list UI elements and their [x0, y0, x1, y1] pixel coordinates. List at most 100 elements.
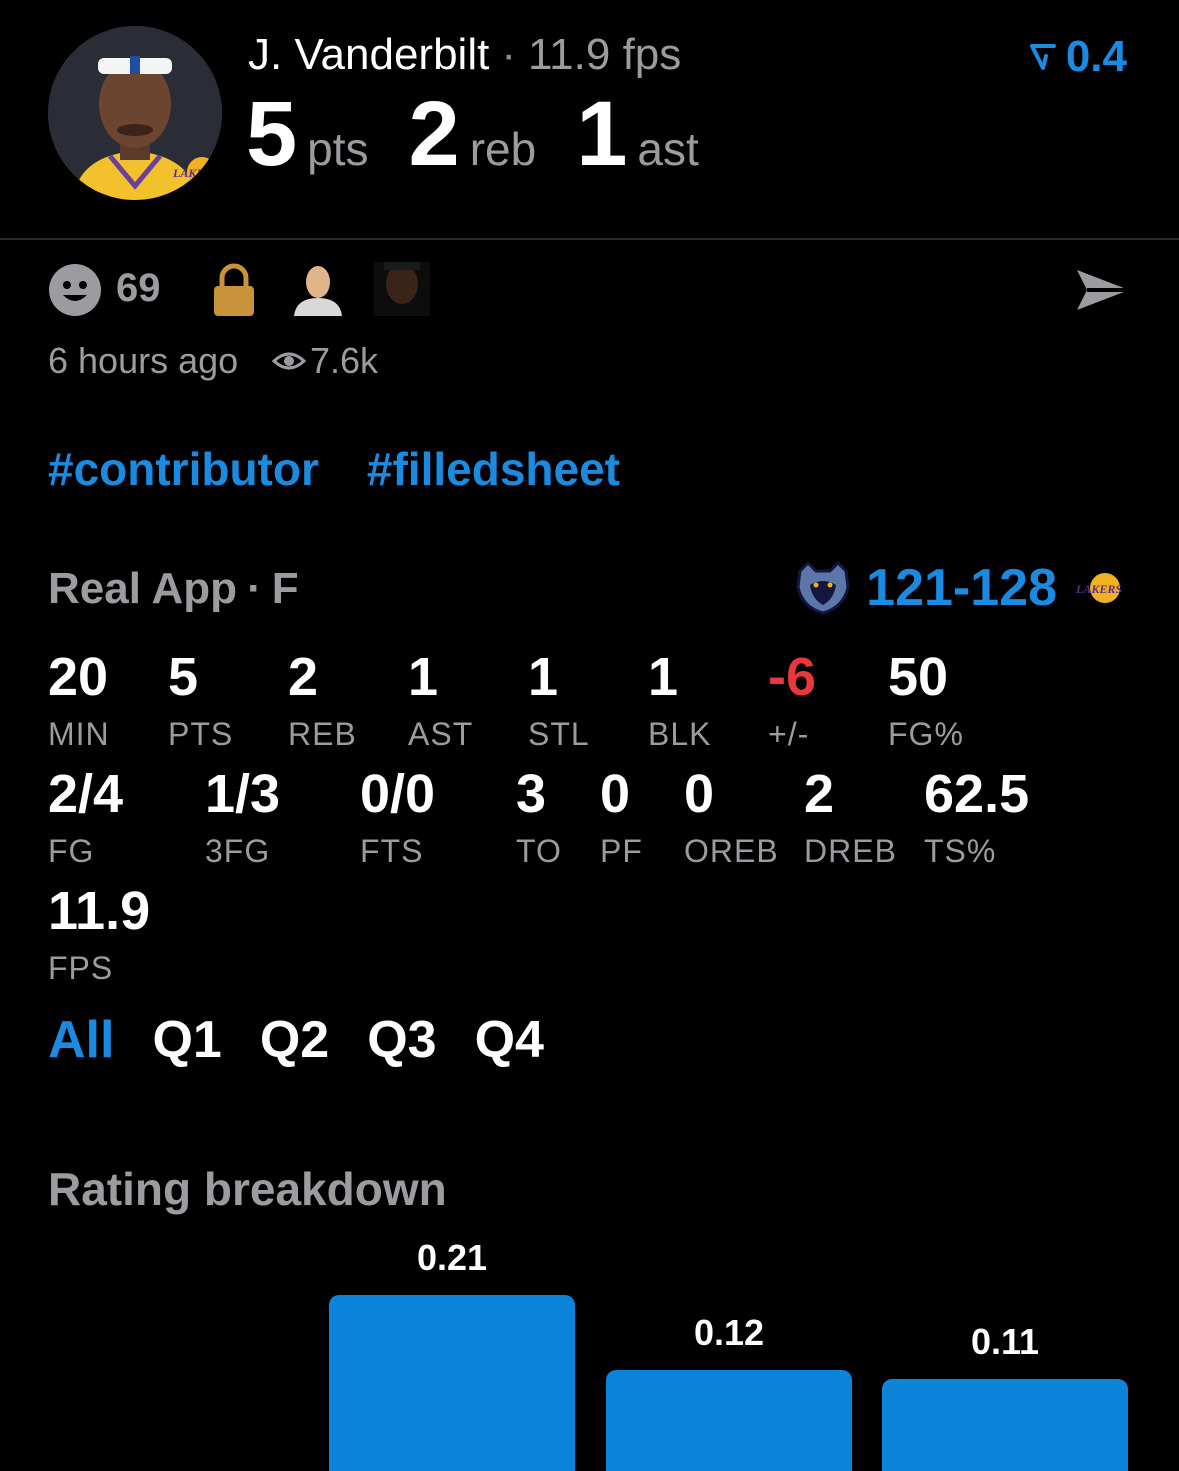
points-value: 5	[246, 83, 298, 185]
trend-value: 0.4	[1065, 32, 1127, 81]
stat-3fg: 1/3 3FG	[205, 767, 280, 870]
reaction-count: 69	[116, 266, 161, 310]
stat-fg: 2/4 FG	[48, 767, 123, 870]
player-name-line: J. Vanderbilt · 11.9 fps	[248, 30, 681, 80]
rating-bar-chart: 0.21 0.12 0.11	[0, 1237, 1179, 1471]
stat-label: STL	[528, 716, 590, 752]
quarter-tabs: All Q1 Q2 Q3 Q4	[48, 1010, 544, 1070]
view-count: 7.6k	[272, 340, 378, 382]
trend-indicator: 0.4	[1028, 32, 1127, 82]
lakers-logo-icon: LAKERS	[1075, 573, 1122, 603]
stat-value: 3	[516, 764, 547, 824]
stat-label: +/-	[768, 716, 810, 752]
tab-q3[interactable]: Q3	[367, 1010, 436, 1070]
stat-value: 5	[168, 647, 199, 707]
stat-label: DREB	[804, 833, 897, 869]
stat-value: 2	[288, 647, 319, 707]
game-status: F	[271, 564, 299, 613]
stat-label: TO	[516, 833, 562, 869]
stat-label: FG%	[888, 716, 964, 752]
share-send-icon[interactable]	[1075, 266, 1131, 314]
stat-value: 11.9	[48, 881, 151, 941]
assists-value: 1	[576, 83, 628, 185]
stat-value: 0	[600, 764, 631, 824]
rebounds-unit: reb	[469, 123, 537, 175]
player-avatar[interactable]: LAKERS	[48, 26, 222, 200]
stat-label: TS%	[924, 833, 997, 869]
stat-fts: 0/0 FTS	[360, 767, 435, 870]
stat-min: 20 MIN	[48, 650, 110, 753]
tab-q2[interactable]: Q2	[260, 1010, 329, 1070]
reaction-smile-icon[interactable]	[48, 263, 102, 317]
source-name: Real App	[48, 564, 238, 613]
fps-value: 11.9 fps	[527, 30, 682, 79]
stat-value: 0/0	[360, 764, 436, 824]
stat-fg-pct: 50 FG%	[888, 650, 964, 753]
stat-stl: 1 STL	[528, 650, 590, 753]
stat-value: 20	[48, 647, 109, 707]
stat-label: BLK	[648, 716, 712, 752]
stat-ts-pct: 62.5 TS%	[924, 767, 1029, 870]
stat-value: 1	[528, 647, 559, 707]
header-divider	[0, 238, 1179, 240]
assists-unit: ast	[637, 123, 699, 175]
stat-label: PF	[600, 833, 643, 869]
stat-value: -6	[768, 647, 817, 707]
stat-label: MIN	[48, 716, 110, 752]
grizzlies-logo-icon	[796, 561, 850, 615]
reactor-avatar-icon-2[interactable]	[374, 262, 430, 316]
stat-pf: 0 PF	[600, 767, 643, 870]
stat-value: 1	[648, 647, 679, 707]
rating-bar-label: 0.21	[416, 1237, 488, 1278]
stat-label: FG	[48, 833, 95, 869]
stat-label: FTS	[360, 833, 424, 869]
stat-value: 1/3	[205, 764, 281, 824]
tag-list: #contributor #filledsheet	[48, 442, 620, 496]
separator-dot: ·	[501, 30, 516, 79]
rating-bar[interactable]	[606, 1370, 852, 1471]
lock-icon[interactable]	[212, 262, 256, 316]
stat-ast: 1 AST	[408, 650, 473, 753]
svg-text:LAKERS: LAKERS	[1075, 582, 1122, 596]
stat-value: 0	[684, 764, 715, 824]
tag-filledsheet[interactable]: #filledsheet	[367, 442, 620, 496]
view-count-value: 7.6k	[310, 340, 379, 381]
stat-dreb: 2 DREB	[804, 767, 897, 870]
eye-icon	[272, 352, 306, 370]
svg-text:LAKERS: LAKERS	[172, 166, 219, 180]
score-value: 121-128	[866, 559, 1057, 617]
stat-fps: 11.9 FPS	[48, 884, 150, 987]
stat-value: 50	[888, 647, 949, 707]
stat-value: 2/4	[48, 764, 124, 824]
post-time: 6 hours ago	[48, 340, 239, 381]
game-score[interactable]: 121-128 LAKERS	[794, 558, 1129, 618]
stat-plus-minus: -6 +/-	[768, 650, 816, 753]
tab-all[interactable]: All	[48, 1010, 114, 1070]
reactor-avatar-icon[interactable]	[290, 262, 346, 316]
trend-down-icon	[1029, 44, 1056, 70]
points-unit: pts	[307, 123, 369, 175]
rating-bar[interactable]	[882, 1379, 1128, 1471]
rating-bar[interactable]	[329, 1295, 575, 1471]
headline-statline: 5 pts 2 reb 1 ast	[246, 88, 739, 180]
stat-value: 62.5	[924, 764, 1030, 824]
tab-q1[interactable]: Q1	[152, 1010, 221, 1070]
stat-label: REB	[288, 716, 357, 752]
stat-value: 2	[804, 764, 835, 824]
stat-to: 3 TO	[516, 767, 562, 870]
rebounds-value: 2	[408, 83, 460, 185]
stat-label: PTS	[168, 716, 234, 752]
stat-label: OREB	[684, 833, 779, 869]
lakers-logo-icon: LAKERS	[170, 154, 222, 190]
stat-oreb: 0 OREB	[684, 767, 779, 870]
stat-reb: 2 REB	[288, 650, 357, 753]
stat-blk: 1 BLK	[648, 650, 711, 753]
player-name[interactable]: J. Vanderbilt	[248, 30, 489, 79]
stat-value: 1	[408, 647, 439, 707]
stat-label: 3FG	[205, 833, 271, 869]
stat-pts: 5 PTS	[168, 650, 233, 753]
rating-bar-label: 0.12	[693, 1312, 765, 1353]
tab-q4[interactable]: Q4	[475, 1010, 544, 1070]
tag-contributor[interactable]: #contributor	[48, 442, 319, 496]
game-source: Real App · F	[48, 564, 299, 614]
